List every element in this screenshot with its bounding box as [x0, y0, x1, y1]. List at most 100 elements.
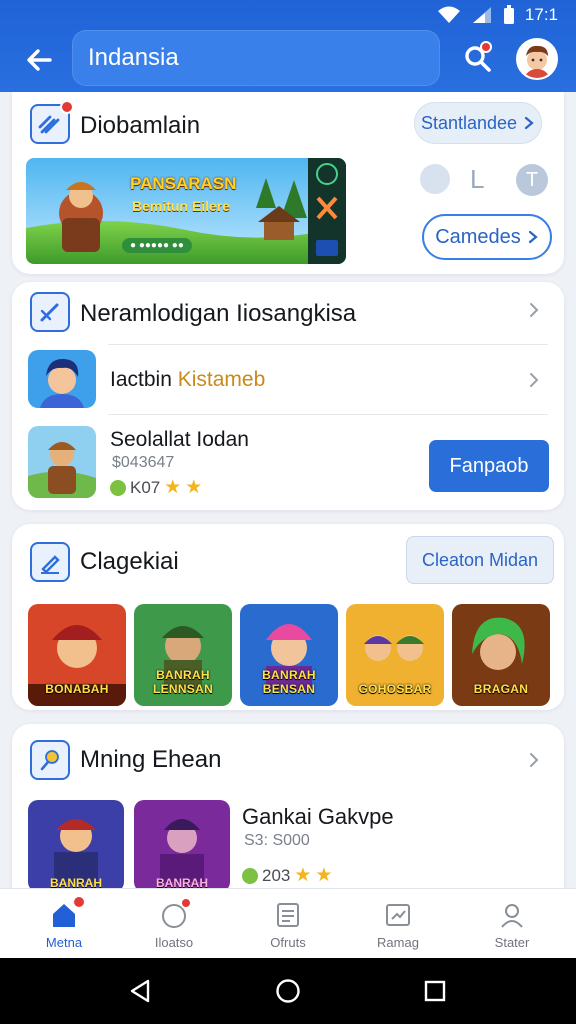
game-icon[interactable]: BANRAH LENNSAN: [134, 604, 232, 706]
battery-icon: [503, 5, 514, 24]
category-action-button[interactable]: Cleaton Midan: [406, 536, 554, 584]
chart-icon: [386, 904, 410, 926]
game-icon-label: BANRAH BENSAN: [262, 668, 316, 696]
rating-value: K07: [130, 477, 161, 497]
top-bar: 17:1 Indansia: [0, 0, 576, 92]
section-title: Clagekiai: [80, 548, 179, 575]
back-arrow-icon[interactable]: [22, 42, 58, 78]
games-button-label: Camedes: [435, 225, 521, 248]
l-icon[interactable]: L: [470, 164, 490, 194]
edit-icon: [41, 555, 60, 574]
home-circle-icon[interactable]: [275, 978, 301, 1004]
section-icon: [30, 292, 70, 332]
back-triangle-icon[interactable]: [128, 978, 152, 1004]
divider: [108, 344, 548, 345]
game-icon-label: BRAGAN: [473, 682, 529, 696]
divider: [108, 414, 548, 415]
nav-home[interactable]: Metna: [16, 889, 112, 959]
section-title: Neramlodigan Iiosangkisa: [80, 300, 357, 327]
star-icon: ★: [315, 865, 333, 886]
promo-card: Diobamlain Stantlandee PANSARASN Bemitun…: [12, 92, 564, 274]
recommend-card: Neramlodigan Iiosangkisa Iactbin Kistame…: [12, 282, 564, 510]
notification-badge: [480, 41, 492, 53]
game-thumbnail[interactable]: BANRAH: [28, 800, 124, 892]
section-icon: [30, 100, 74, 144]
bulb-icon: [40, 750, 59, 771]
pen-icon: [40, 303, 59, 322]
chevron-right-icon[interactable]: [526, 372, 542, 388]
signal-icon: [472, 7, 491, 23]
game-thumbnail[interactable]: [28, 350, 96, 408]
avatar[interactable]: [516, 38, 558, 80]
game-thumbnail[interactable]: [28, 426, 96, 498]
nav-label: Ramag: [377, 935, 419, 950]
circle-icon-a[interactable]: [420, 164, 450, 194]
recents-square-icon[interactable]: [423, 979, 447, 1003]
pencil-icon: [38, 115, 60, 134]
row-title-highlight: Kistameb: [177, 368, 266, 391]
row-title-main: Iactbin: [110, 368, 172, 391]
t-circle-icon[interactable]: T: [516, 164, 548, 196]
home-icon: [53, 904, 75, 927]
system-nav-bar: [0, 958, 576, 1024]
nav-label: Iloatso: [154, 935, 194, 950]
section-title: Diobamlain: [80, 112, 201, 139]
featured-title[interactable]: Gankai Gakvpe: [242, 804, 394, 830]
row-meta: $043647: [112, 454, 175, 471]
featured-rating: 203 ★ ★: [242, 864, 332, 887]
stantlandee-button[interactable]: Stantlandee: [414, 102, 542, 144]
game-icon-label: BONABAH: [45, 682, 109, 696]
game-icon[interactable]: GOHOSBAR: [346, 604, 444, 706]
row-rating: K07 ★ ★: [110, 476, 202, 499]
nav-badge: [180, 897, 192, 909]
bottom-nav: Metna Iloatso Ofruts Ramag Stater: [0, 888, 576, 958]
install-button[interactable]: Fanpaob: [429, 440, 549, 492]
nav-badge: [74, 897, 84, 907]
chevron-right-icon[interactable]: [526, 302, 542, 318]
nav-notifications[interactable]: Iloatso: [126, 889, 222, 959]
mining-card: Mning Ehean BANRAH BANRAH Gankai Gakvpe …: [12, 724, 564, 904]
nav-profile[interactable]: Stater: [464, 889, 560, 959]
star-icon: ★: [294, 865, 312, 886]
row-title[interactable]: Iactbin Kistameb: [110, 368, 265, 392]
row-title[interactable]: Seolallat Iodan: [110, 428, 249, 452]
search-input[interactable]: Indansia: [72, 30, 440, 86]
boy-avatar-art: [28, 350, 96, 408]
game-icon-label: BANRAH LENNSAN: [152, 668, 214, 696]
warrior-art: [28, 426, 96, 498]
section-icon: [30, 740, 70, 780]
banner-title: PANSARASN: [130, 174, 237, 193]
status-bar: 17:1: [437, 4, 558, 26]
game-icon[interactable]: BANRAH BENSAN: [240, 604, 338, 706]
document-icon: [277, 903, 299, 927]
rating-value: 203: [262, 865, 291, 885]
rating-dot-icon: [242, 867, 258, 884]
nav-ranking[interactable]: Ramag: [350, 889, 446, 959]
nav-orders[interactable]: Ofruts: [240, 889, 336, 959]
section-icon: [30, 542, 70, 582]
wifi-icon: [437, 6, 460, 23]
chevron-right-icon[interactable]: [526, 752, 542, 768]
star-icon: ★: [164, 477, 182, 498]
promo-banner[interactable]: PANSARASN Bemitun Eilere ● ●●●●● ●●: [26, 158, 346, 264]
game-thumbnail[interactable]: BANRAH: [134, 800, 230, 892]
featured-meta: S3: S000: [244, 832, 310, 849]
game-icon[interactable]: BONABAH: [28, 604, 126, 706]
games-button[interactable]: Camedes: [422, 214, 552, 260]
section-badge: [60, 100, 74, 114]
status-time: 17:1: [524, 5, 558, 24]
banner-subtitle: Bemitun Eilere: [132, 198, 231, 214]
game-icon-label: GOHOSBAR: [358, 682, 432, 696]
avatar-face-icon: [518, 40, 556, 78]
chevron-right-icon: [524, 116, 534, 130]
rating-dot-icon: [110, 479, 126, 496]
nav-label: Stater: [494, 935, 530, 950]
game-icon[interactable]: BRAGAN: [452, 604, 550, 706]
star-icon: ★: [185, 477, 203, 498]
pill-label: Stantlandee: [420, 112, 518, 133]
nav-label: Ofruts: [270, 935, 306, 950]
nav-label: Metna: [45, 935, 83, 950]
person-icon: [501, 904, 523, 928]
app-bar: Indansia: [0, 28, 576, 92]
section-title: Mning Ehean: [80, 746, 222, 773]
